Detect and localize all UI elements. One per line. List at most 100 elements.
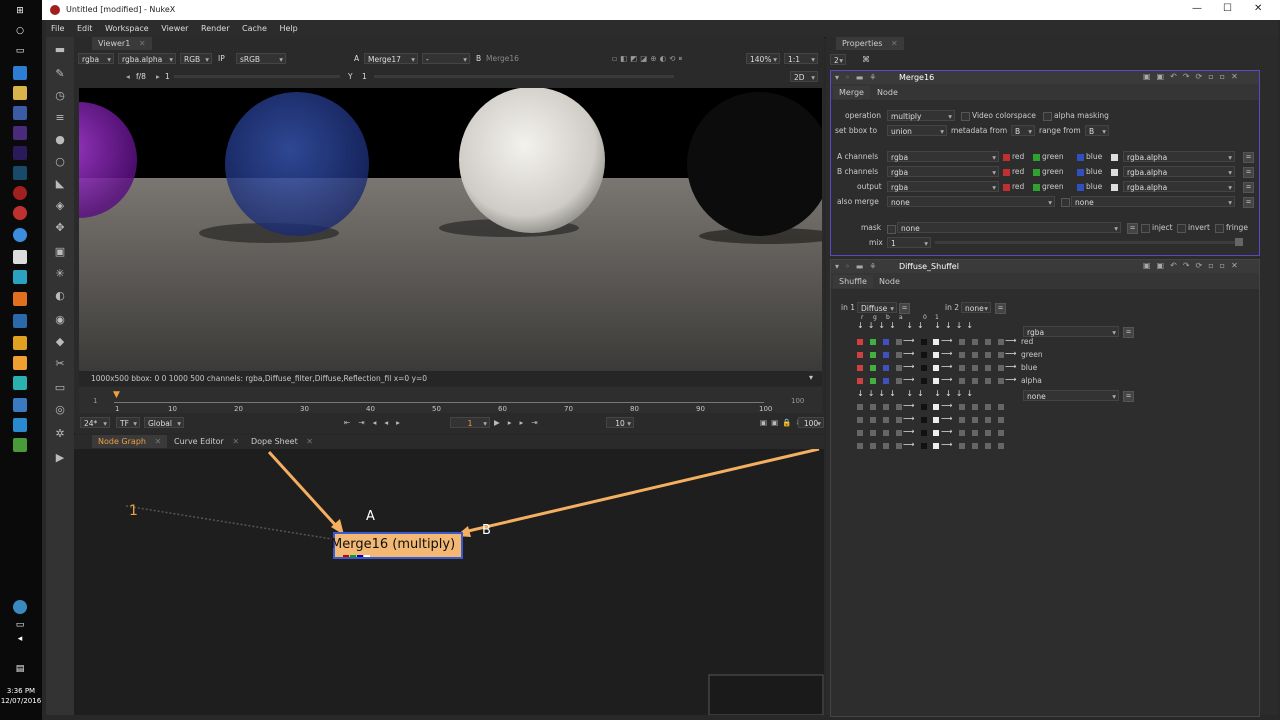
mix-slider-handle[interactable] (1235, 238, 1243, 246)
a-input-dropdown[interactable]: Merge17 (364, 53, 418, 65)
app6-icon[interactable] (13, 356, 27, 370)
app8-icon[interactable] (13, 398, 27, 412)
step-field[interactable]: 10 (606, 417, 634, 429)
3d-tool-icon[interactable]: ▣ (53, 245, 67, 259)
playback-controls[interactable]: ⇤⇥◂◂▸ (344, 417, 408, 428)
a-blue-checkbox[interactable]: blue (1077, 152, 1102, 161)
zoom-dropdown[interactable]: 140% (746, 53, 780, 65)
also-merge-link-button[interactable]: = (1243, 197, 1254, 208)
output-dropdown[interactable]: rgba (887, 181, 999, 193)
b-channels-link-button[interactable]: = (1243, 167, 1254, 178)
also-merge-dropdown[interactable]: none (887, 196, 1055, 208)
out-green-checkbox[interactable]: green (1033, 182, 1064, 191)
menu-workspace[interactable]: Workspace (100, 20, 154, 37)
alpha-masking-checkbox[interactable]: alpha masking (1043, 111, 1109, 121)
out2-link-button[interactable]: = (1123, 391, 1134, 402)
app5-icon[interactable] (13, 336, 27, 350)
merge16-name[interactable]: Merge16 (899, 73, 934, 82)
close-tab-icon[interactable]: ✕ (139, 39, 146, 48)
a-channels-link-button[interactable]: = (1243, 152, 1254, 163)
app10-icon[interactable] (13, 438, 27, 452)
fstop-value[interactable]: f/8 (136, 71, 146, 82)
furnace-tool-icon[interactable]: ◎ (53, 403, 67, 417)
out-blue-checkbox[interactable]: blue (1077, 182, 1102, 191)
lut-dropdown[interactable]: sRGB (236, 53, 286, 65)
bbox-dropdown[interactable]: union (887, 125, 947, 137)
menu-edit[interactable]: Edit (72, 20, 98, 37)
in2-dropdown[interactable]: none (961, 302, 991, 314)
tab-shuffle[interactable]: Shuffle (833, 275, 873, 288)
image-tool-icon[interactable]: ▬ (53, 43, 67, 57)
ip-button[interactable]: IP (218, 53, 225, 64)
timeline-end[interactable]: 100 (791, 397, 804, 405)
after-effects-icon[interactable] (13, 146, 27, 160)
volume-icon[interactable]: ◂ (13, 632, 27, 646)
b-alpha-checkbox[interactable] (1111, 167, 1120, 176)
operation-dropdown[interactable]: multiply (887, 110, 955, 122)
tray-icon[interactable] (13, 600, 27, 614)
tab-viewer1[interactable]: Viewer1 ✕ (92, 37, 152, 50)
app2-icon[interactable] (13, 270, 27, 284)
menu-file[interactable]: File (46, 20, 69, 37)
particles-tool-icon[interactable]: ✳ (53, 267, 67, 281)
a-red-checkbox[interactable]: red (1003, 152, 1024, 161)
merge-tool-icon[interactable]: ◈ (53, 199, 67, 213)
color-tool-icon[interactable]: ● (53, 133, 67, 147)
transform-tool-icon[interactable]: ✥ (53, 221, 67, 235)
node-graph-panel[interactable]: Node Graph ✕ Curve Editor ✕ Dope Sheet ✕… (74, 435, 824, 715)
task-view-icon[interactable]: ▭ (13, 44, 27, 58)
max-panels-field[interactable]: 2 (830, 54, 846, 66)
a-green-checkbox[interactable]: green (1033, 152, 1064, 161)
system-clock[interactable]: 3:36 PM 12/07/2016 (0, 686, 42, 706)
tf-dropdown[interactable]: TF (116, 417, 140, 429)
playback-controls-forward[interactable]: ▶▸▸⇥ (494, 417, 546, 428)
out1-dropdown[interactable]: rgba (1023, 326, 1119, 338)
keyer-tool-icon[interactable]: ◣ (53, 177, 67, 191)
metadata-dropdown[interactable]: B (1011, 125, 1035, 137)
video-colorspace-checkbox[interactable]: Video colorspace (961, 111, 1036, 121)
draw-tool-icon[interactable]: ✎ (53, 67, 67, 81)
ab-op-dropdown[interactable]: - (422, 53, 470, 65)
shuffle-name[interactable]: Diffuse_Shuffel (899, 262, 959, 271)
app9-icon[interactable] (13, 418, 27, 432)
in1-link-button[interactable]: = (899, 303, 910, 314)
maximize-button[interactable]: ☐ (1223, 3, 1232, 14)
tab-curve-editor[interactable]: Curve Editor ✕ (168, 435, 245, 448)
tab-merge-node[interactable]: Node (871, 86, 904, 99)
b-blue-checkbox[interactable]: blue (1077, 167, 1102, 176)
close-button[interactable]: ✕ (1254, 3, 1262, 14)
a-channels-dropdown[interactable]: rgba (887, 151, 999, 163)
tab-node-graph[interactable]: Node Graph ✕ (92, 435, 168, 448)
panel-window-icons[interactable]: ▣▣↶↷⟳▫▫✕ (1143, 261, 1244, 270)
out-alpha-dropdown[interactable]: rgba.alpha (1123, 181, 1235, 193)
gain-value[interactable]: 1 (165, 71, 170, 82)
close-tab-icon[interactable]: ✕ (232, 437, 239, 446)
close-tab-icon[interactable]: ✕ (891, 39, 898, 48)
premiere-icon[interactable] (13, 126, 27, 140)
gain-slider[interactable] (174, 75, 340, 78)
windows-start-icon[interactable]: ⊞ (13, 4, 27, 18)
store-icon[interactable] (13, 106, 27, 120)
out2-dropdown[interactable]: none (1023, 390, 1119, 402)
inject-checkbox[interactable]: inject (1141, 223, 1173, 233)
mask-link-button[interactable]: = (1127, 223, 1138, 234)
mix-slider[interactable] (935, 241, 1235, 244)
app-icon[interactable] (13, 66, 27, 80)
fps-dropdown[interactable]: 24* (80, 417, 110, 429)
in2-link-button[interactable]: = (995, 303, 1006, 314)
channel-tool-icon[interactable]: ≡ (53, 111, 67, 125)
scope-dropdown[interactable]: Global (144, 417, 184, 429)
output-link-button[interactable]: = (1243, 182, 1254, 193)
settings-tool-icon[interactable]: ✲ (53, 427, 67, 441)
in1-dropdown[interactable]: Diffuse (857, 302, 897, 314)
metadata-tool-icon[interactable]: ◆ (53, 335, 67, 349)
out-red-checkbox[interactable]: red (1003, 182, 1024, 191)
document-icon[interactable] (13, 250, 27, 264)
also-merge-checkbox[interactable] (1061, 198, 1070, 207)
tab-properties[interactable]: Properties ✕ (836, 37, 904, 50)
app3-icon[interactable] (13, 292, 27, 306)
nuke-icon[interactable] (13, 186, 27, 200)
info-dropdown-icon[interactable]: ▾ (809, 373, 813, 382)
mix-field[interactable]: 1 (887, 237, 931, 249)
notification-icon[interactable]: ▤ (13, 662, 27, 676)
